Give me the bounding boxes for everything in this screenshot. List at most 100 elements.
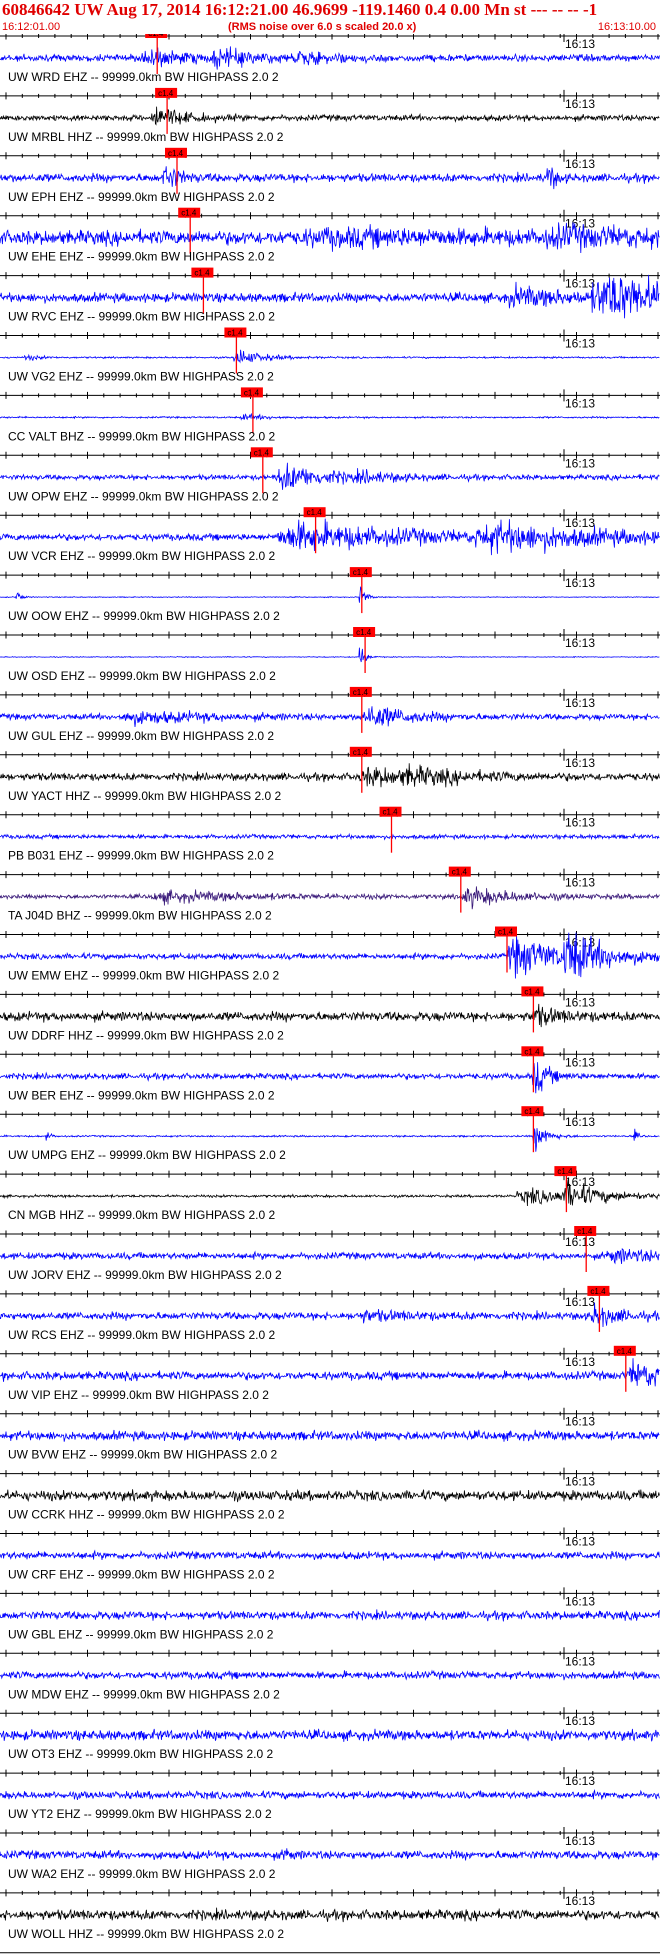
waveform-trace <box>0 349 660 364</box>
station-label: UW EMW EHZ -- 99999.0km BW HIGHPASS 2.0 … <box>8 969 279 983</box>
station-label: UW UMPG EHZ -- 99999.0km BW HIGHPASS 2.0… <box>8 1148 286 1162</box>
station-label: UW VIP EHZ -- 99999.0km BW HIGHPASS 2.0 … <box>8 1388 269 1402</box>
station-label: UW GBL EHZ -- 99999.0km BW HIGHPASS 2.0 … <box>8 1627 274 1641</box>
station-label: UW YT2 EHZ -- 99999.0km BW HIGHPASS 2.0 … <box>8 1807 272 1821</box>
waveform-trace <box>0 706 660 728</box>
pick-label: c1.4 <box>244 388 260 397</box>
trace-row: 16:13 c1.4 UW VCR EHZ -- 99999.0km BW HIGH… <box>0 507 660 563</box>
phase-pick-marker: c1.4 <box>353 627 376 673</box>
trace-row: 16:13 c1.4 PB B031 EHZ -- 99999.0km BW HIG… <box>0 806 660 863</box>
trace-row: 16:13 c1.4 UW UMPG EHZ -- 99999.0km BW HIG… <box>0 1106 660 1162</box>
minute-mark-label: 16:13 <box>565 1894 595 1908</box>
trace-row: 16:13 c1.4 UW GUL EHZ -- 99999.0km BW HIGH… <box>0 686 660 743</box>
trace-row: 16:13c1.4CN MGB HHZ -- 99999.0km BW HIGH… <box>0 1166 660 1222</box>
station-label: CN MGB HHZ -- 99999.0km BW HIGHPASS 2.0 … <box>8 1208 276 1222</box>
minute-mark-label: 16:13 <box>565 1295 595 1309</box>
station-label: UW WOLL HHZ -- 99999.0km BW HIGHPASS 2.0… <box>8 1927 284 1941</box>
minute-mark-label: 16:13 <box>565 456 595 470</box>
waveform-trace <box>0 1728 660 1742</box>
waveform-trace <box>0 586 660 603</box>
trace-row: 16:13 UW YT2 EHZ -- 99999.0km BW HIGHPASS… <box>0 1767 660 1821</box>
trace-row: 16:13 UW WA2 EHZ -- 99999.0km BW HIGHPASS… <box>0 1827 660 1881</box>
station-label: UW BVW EHZ -- 99999.0km BW HIGHPASS 2.0 … <box>8 1448 278 1462</box>
minute-mark-label: 16:13 <box>565 337 595 351</box>
station-label: UW DDRF HHZ -- 99999.0km BW HIGHPASS 2.0… <box>8 1028 284 1042</box>
trace-row: 16:13 UW WOLL HHZ -- 99999.0km BW HIGHPAS… <box>0 1886 660 1941</box>
minute-mark-label: 16:13 <box>565 1415 595 1429</box>
phase-pick-marker: c1.4 <box>224 327 247 374</box>
trace-row: 16:13 UW MDW EHZ -- 99999.0km BW HIGHPASS… <box>0 1647 660 1701</box>
pick-label: c1.4 <box>194 269 210 278</box>
minute-mark-label: 16:13 <box>565 876 595 890</box>
minute-mark-label: 16:13 <box>565 516 595 530</box>
pick-label: c1.4 <box>353 748 369 757</box>
trace-row: 16:13 c1.4 UW MRBL HHZ -- 99999.0km BW HIG… <box>0 87 660 144</box>
end-time-label: 16:13:10.00 <box>597 21 656 33</box>
minute-mark-label: 16:13 <box>565 1235 595 1249</box>
pick-label: c1.4 <box>524 1047 540 1056</box>
station-label: UW GUL EHZ -- 99999.0km BW HIGHPASS 2.0 … <box>8 729 274 743</box>
waveform-trace <box>0 647 660 663</box>
trace-row: 16:13c1.4 UW JORV EHZ -- 99999.0km BW HIG… <box>0 1226 660 1282</box>
pick-label: c1.4 <box>617 1347 633 1356</box>
station-label: UW MDW EHZ -- 99999.0km BW HIGHPASS 2.0 … <box>8 1687 280 1701</box>
waveform-trace <box>0 1488 660 1503</box>
trace-row: 16:13 UW CRF EHZ -- 99999.0km BW HIGHPASS… <box>0 1527 660 1582</box>
phase-pick-marker: c1.4 <box>191 267 214 314</box>
waveform-trace <box>0 1907 660 1923</box>
minute-mark-label: 16:13 <box>565 756 595 770</box>
trace-row: 16:13c1.4 UW RCS EHZ -- 99999.0km BW HIGH… <box>0 1285 660 1342</box>
trace-row: 16:13 c1.4 UW EHE EHZ -- 99999.0km BW HIGH… <box>0 207 660 264</box>
waveform-trace <box>0 886 660 910</box>
trace-row: 16:13 UW GBL EHZ -- 99999.0km BW HIGHPASS… <box>0 1587 660 1641</box>
waveform-trace <box>0 1179 660 1207</box>
pick-label: c1.4 <box>524 1107 540 1116</box>
plot-header: 60846642 UW Aug 17, 2014 16:12:21.00 46.… <box>0 0 660 36</box>
trace-row: 16:13c1.4UW EMW EHZ -- 99999.0km BW HIGH… <box>0 926 660 983</box>
waveform-trace <box>0 1609 660 1622</box>
minute-mark-label: 16:13 <box>565 1475 595 1489</box>
station-label: UW OT3 EHZ -- 99999.0km BW HIGHPASS 2.0 … <box>8 1747 274 1761</box>
phase-pick-marker: c1.4 <box>521 986 544 1033</box>
pick-label: c1.4 <box>254 448 270 457</box>
waveform-trace <box>0 1669 660 1681</box>
station-label: CC VALT BHZ -- 99999.0km BW HIGHPASS 2.0… <box>8 429 276 443</box>
pick-label: c1.4 <box>524 987 540 996</box>
pick-label: c1.4 <box>353 568 369 577</box>
trace-row: 16:13 c1.4 TA J04D BHZ -- 99999.0km BW HIG… <box>0 866 660 923</box>
phase-pick-marker: c1.4 <box>521 1106 544 1153</box>
station-label: UW OSD EHZ -- 99999.0km BW HIGHPASS 2.0 … <box>8 669 276 683</box>
pick-label: c1.4 <box>383 808 399 817</box>
phase-pick-marker: c1.4 <box>574 1226 597 1272</box>
trace-row: 16:13 c1.4 UW VIP EHZ -- 99999.0km BW HIGH… <box>0 1345 660 1402</box>
waveform-trace <box>0 1358 660 1387</box>
seismogram-plot: 16:13c1.4UW WRD EHZ -- 99999.0km BW HIGH… <box>0 34 660 1954</box>
station-label: UW BER EHZ -- 99999.0km BW HIGHPASS 2.0 … <box>8 1088 275 1102</box>
minute-mark-label: 16:13 <box>565 696 595 710</box>
waveform-trace <box>0 1003 660 1028</box>
pick-label: c1.4 <box>356 628 372 637</box>
trace-row: 16:13 UW BVW EHZ -- 99999.0km BW HIGHPASS… <box>0 1407 660 1462</box>
trace-row: 16:13 c1.4 UW BER EHZ -- 99999.0km BW HIGH… <box>0 1046 660 1102</box>
trace-row: 16:13 c1.4 UW OSD EHZ -- 99999.0km BW HIGH… <box>0 627 660 683</box>
minute-mark-label: 16:13 <box>565 396 595 410</box>
station-label: UW RCS EHZ -- 99999.0km BW HIGHPASS 2.0 … <box>8 1328 276 1342</box>
start-time-label: 16:12:01.00 <box>2 21 61 33</box>
pick-label: c1.4 <box>577 1227 593 1236</box>
minute-mark-label: 16:13 <box>565 636 595 650</box>
station-label: UW OOW EHZ -- 99999.0km BW HIGHPASS 2.0 … <box>8 609 280 623</box>
pick-label: c1.4 <box>168 149 184 158</box>
pick-label: c1.4 <box>590 1287 606 1296</box>
trace-row: 16:13 UW OT3 EHZ -- 99999.0km BW HIGHPASS… <box>0 1707 660 1761</box>
trace-row: 16:13 UW CCRK HHZ -- 99999.0km BW HIGHPAS… <box>0 1467 660 1522</box>
waveform-trace <box>0 1429 660 1442</box>
waveform-trace <box>0 1549 660 1561</box>
pick-label: c1.4 <box>148 34 164 38</box>
minute-mark-label: 16:13 <box>565 97 595 111</box>
station-label: UW OPW EHZ -- 99999.0km BW HIGHPASS 2.0 … <box>8 489 279 503</box>
station-label: UW VCR EHZ -- 99999.0km BW HIGHPASS 2.0 … <box>8 549 276 563</box>
minute-mark-label: 16:13 <box>565 1115 595 1129</box>
minute-mark-label: 16:13 <box>565 277 595 291</box>
trace-row: 16:13 c1.4 UW OOW EHZ -- 99999.0km BW HIGH… <box>0 567 660 623</box>
waveform-trace <box>0 222 660 254</box>
